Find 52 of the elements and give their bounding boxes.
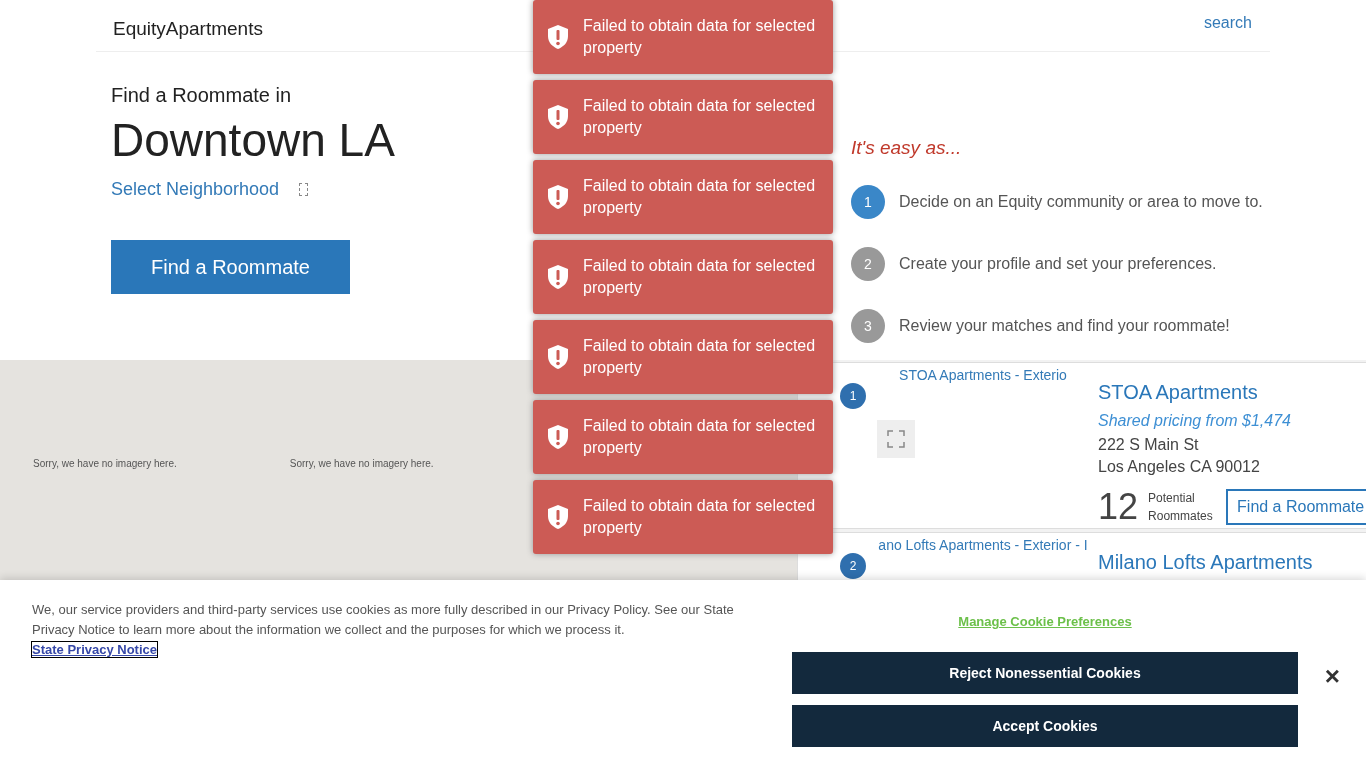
search-image-alt-text[interactable]: search [1203,14,1252,32]
step-number: 3 [851,309,885,343]
select-neighborhood-link[interactable]: Select Neighborhood [111,179,280,200]
shield-alert-icon [547,344,569,370]
shield-alert-icon [547,424,569,450]
city-title: Downtown LA [111,113,396,167]
site-logo[interactable]: EquityApartments [113,18,263,40]
toast-message: Failed to obtain data for selected property [583,256,817,298]
toast-message: Failed to obtain data for selected property [583,176,817,218]
toast-message: Failed to obtain data for selected property [583,16,817,58]
hero-intro: Find a Roommate in [111,84,293,107]
listing-pricing: Shared pricing from $1,474 [1098,412,1292,430]
error-toast[interactable]: Failed to obtain data for selected property [533,0,833,74]
error-toast[interactable]: Failed to obtain data for selected property [533,400,833,474]
steps-title: It's easy as... [851,137,963,159]
error-toast[interactable]: Failed to obtain data for selected property [533,480,833,554]
find-roommate-button[interactable]: Find a Roommate [111,240,350,294]
step-text: Create your profile and set your preferences. [899,255,1217,273]
close-button[interactable]: × [1318,660,1346,693]
error-toast[interactable]: Failed to obtain data for selected property [533,160,833,234]
error-toast[interactable]: Failed to obtain data for selected property [533,80,833,154]
error-toast[interactable]: Failed to obtain data for selected property [533,240,833,314]
image-alt-text: ano Lofts Apartments - Exterior - I [877,536,1089,553]
accept-cookies-button[interactable]: Accept Cookies [792,705,1298,747]
shield-alert-icon [547,264,569,290]
listing-address: 222 S Main St [1098,435,1200,455]
shield-alert-icon [547,184,569,210]
no-imagery-message: Sorry, we have no imagery here. [33,458,177,469]
listing-address: Los Angeles CA 90012 [1098,457,1261,477]
state-privacy-notice-link[interactable]: State Privacy Notice [32,642,157,657]
listing-name[interactable]: Milano Lofts Apartments [1098,551,1366,574]
step-text: Decide on an Equity community or area to move to. [899,193,1263,211]
step-number: 1 [851,185,885,219]
map-marker-number: 1 [840,383,866,409]
map-marker-number: 2 [840,553,866,579]
reject-cookies-button[interactable]: Reject Nonessential Cookies [792,652,1298,694]
roommate-count: 12 [1098,486,1139,528]
missing-glyph-icon [299,183,309,196]
roommate-count-label: Potential Roommates [1148,490,1214,525]
image-alt-text: STOA Apartments - Exterio [898,366,1068,383]
shield-alert-icon [547,24,569,50]
step-number: 2 [851,247,885,281]
no-imagery-message: Sorry, we have no imagery here. [289,458,434,469]
shield-alert-icon [547,104,569,130]
toast-message: Failed to obtain data for selected property [583,96,817,138]
fullscreen-icon[interactable] [877,420,915,458]
shield-alert-icon [547,504,569,530]
find-roommate-button[interactable]: Find a Roommate [1226,489,1366,525]
listing-name[interactable]: STOA Apartments [1098,381,1366,404]
cookie-notice-text: We, our service providers and third-party services use cookies as more fully described in our Privacy Policy. See our State Privacy Notice to learn more about the information we collect and the purposes for which we process it. State Privacy Notice [32,601,735,659]
error-toast[interactable]: Failed to obtain data for selected property [533,320,833,394]
step-text: Review your matches and find your roommate! [899,317,1230,335]
